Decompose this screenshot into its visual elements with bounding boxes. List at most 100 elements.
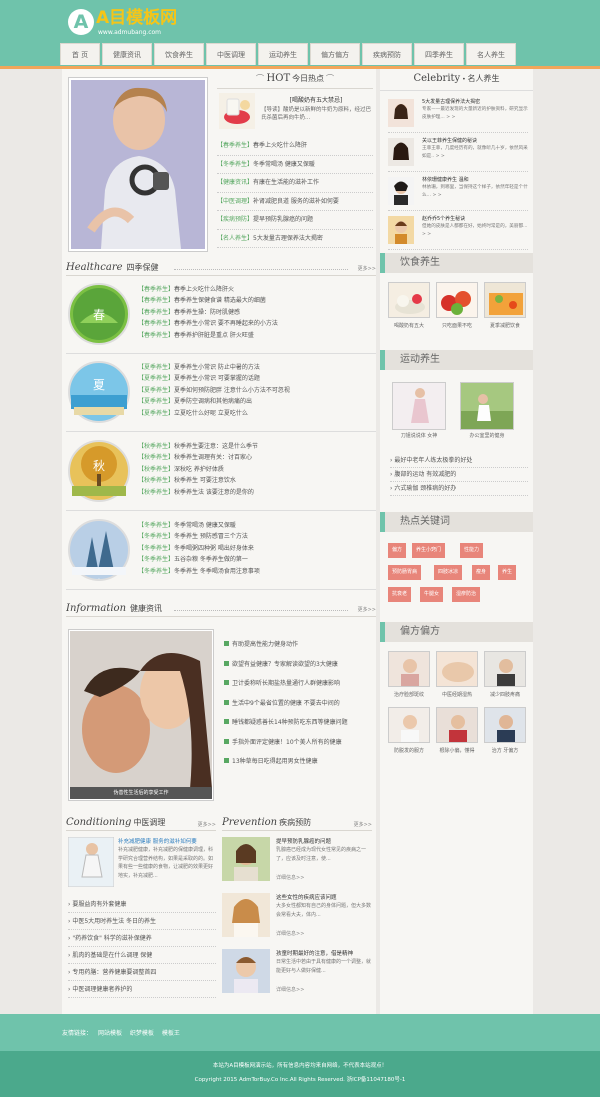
nav-seasons[interactable]: 四季养生	[414, 43, 464, 65]
list-item[interactable]: › 腹部的运动 有效减肥的	[390, 468, 528, 482]
list-item[interactable]: 【冬季养生】冬季养生 预防感冒三个方法	[138, 531, 372, 542]
conditioning-feature-title[interactable]: 补充减肥健康 服务的滋补如何要	[118, 837, 216, 845]
featured-photo[interactable]	[68, 77, 208, 252]
list-item[interactable]: 13种草每日吃得起用男女性健康	[224, 756, 374, 776]
list-item[interactable]: 【冬季养生】冬季常喝汤 健康又保暖	[138, 520, 372, 531]
list-item[interactable]: 【春季养生】春季养生小常识 要不再睡起来的小方法	[138, 318, 372, 329]
list-item[interactable]: 【名人养生】5大发量古理保养法大揭密	[217, 230, 373, 248]
recipe-thumb[interactable]: 治方 牙偏方	[484, 707, 526, 754]
conditioning-more-link[interactable]: 更多>>	[198, 821, 216, 828]
healthcare-more-link[interactable]: 更多>>	[358, 265, 376, 272]
keyword-tag[interactable]: 湿疹防治	[452, 587, 481, 602]
list-item[interactable]: 【秋季养生】深秋吃 养护好体质	[138, 464, 372, 475]
list-item[interactable]: 【夏季养生】夏季养生小常识 防止中暑的方法	[138, 362, 372, 373]
autumn-circle-image[interactable]: 秋	[68, 440, 130, 502]
list-item[interactable]: 有助提高性能力健身动作	[224, 639, 374, 659]
nav-health-news[interactable]: 健康资讯	[102, 43, 152, 65]
list-item[interactable]: › 中医5大用时养生法 冬日的养生	[68, 913, 216, 930]
list-item[interactable]: 【冬季养生】五谷杂粮 冬季养生做的第一	[138, 554, 372, 565]
list-item[interactable]: 欲望有益健康？专家解读欲望的3大健康	[224, 659, 374, 679]
hot-en: HOT	[266, 73, 291, 84]
diet-thumb[interactable]: 夏季减肥饮食	[484, 282, 526, 329]
keyword-tag[interactable]: 抗衰老	[388, 587, 412, 602]
list-item[interactable]: 【秋季养生】秋季养生 可要注意饮水	[138, 475, 372, 486]
list-item[interactable]: 【夏季养生】夏季如何预防肥胖 注意什么小方法不可忽视	[138, 385, 372, 396]
nav-celebrity[interactable]: 名人养生	[466, 43, 516, 65]
list-item[interactable]: 【中医调理】补肾减肥良道 服务的滋补如何要	[217, 193, 373, 211]
information-photo[interactable]: 伪善性生活后的享受工作	[68, 629, 214, 801]
list-item[interactable]: › "药养饮食" 科学的滋补保健养	[68, 930, 216, 947]
list-item[interactable]: › 肌肉的基础是在什么调理 保健	[68, 947, 216, 964]
prevention-item[interactable]: 这些女性的疾病应该问题 大多女性都知有自己的身体问题，但大多数会常看大夫，体内.…	[222, 893, 374, 941]
nav-tcm[interactable]: 中医调理	[206, 43, 256, 65]
prevention-more-link[interactable]: 更多>>	[354, 821, 372, 828]
boy-with-headphones-image	[71, 80, 205, 249]
recipe-thumb[interactable]: 防脱发的服方	[388, 707, 430, 754]
keyword-tag[interactable]: 四肢冰凉	[434, 565, 463, 580]
friend-link[interactable]: 织梦模板	[130, 1030, 154, 1037]
keyword-tag[interactable]: 性能力	[460, 543, 484, 558]
hot-feature[interactable]: [喝酸奶有五大禁忌] 【导读】酸奶是以新鲜的牛奶为原料，经过巴氏杀菌后再向牛奶.…	[217, 91, 373, 133]
list-item[interactable]: 【夏季养生】立夏吃什么好呢 立夏吃什么	[138, 408, 372, 419]
list-item[interactable]: 睡钱都疑惑善长14种预防吃东西等健康问题	[224, 717, 374, 737]
list-item[interactable]: › 六式瑜伽 颈椎病的好办	[390, 482, 528, 496]
list-item[interactable]: 【春季养生】春季养护肝脏是重点 肝火旺盛	[138, 330, 372, 341]
information-more-link[interactable]: 更多>>	[358, 606, 376, 613]
recipe-thumb[interactable]: 治疗脸部斑纹	[388, 651, 430, 698]
list-item[interactable]: 生活中9个最省位置的健康 不要去中间的	[224, 698, 374, 718]
celebrity-item[interactable]: 林依珊健康养生 温和 林依珊，到哪里，当保持这个样子，依然年轻是个什么... >…	[388, 175, 528, 211]
list-item[interactable]: 【秋季养生】秋季养生调理有关：讨百家心	[138, 452, 372, 463]
nav-sport[interactable]: 运动养生	[258, 43, 308, 65]
list-item[interactable]: 卫计委称听长期盐热量通行人群健康影响	[224, 678, 374, 698]
prevention-item[interactable]: 孩童时期最好的注意，借是精神 日常生活中若由于具有健康的一个调整，就能更好与人做…	[222, 949, 374, 997]
keyword-tag[interactable]: 偏方	[388, 543, 407, 558]
celebrity-item[interactable]: 关以王菲养生保健的秘诀 王菲王菲，几度经历有的，就像听几十岁，依然风采如是.. …	[388, 136, 528, 172]
prevention-item[interactable]: 提早预防乳腺癌的问题 乳腺癌已经成为现代女性常见的疾病之一了，应该及时注意，使.…	[222, 837, 374, 885]
list-item[interactable]: 【夏季养生】夏季防空调病和其他病痛的出	[138, 396, 372, 407]
list-item[interactable]: 【春季养生】春季上火吃什么降肝	[217, 137, 373, 156]
diet-thumb[interactable]: 只吃面果不吃	[436, 282, 478, 329]
nav-prevention[interactable]: 疾病预防	[362, 43, 412, 65]
nav-diet[interactable]: 饮食养生	[154, 43, 204, 65]
keyword-tag[interactable]: 瘦身	[472, 565, 491, 580]
celebrity-item[interactable]: 5大发量古理保养法大揭密 专家——最近发现的大量新近的护肤资料，研究显示皮肤护理…	[388, 97, 528, 133]
diet-thumb[interactable]: 喝酸奶有五大	[388, 282, 430, 329]
list-item[interactable]: 【冬季养生】冬季喝粥四种粥 喝出好身体来	[138, 543, 372, 554]
keyword-tag[interactable]: 牛腿女	[420, 587, 444, 602]
keyword-tag[interactable]: 预防肠胃病	[388, 565, 422, 580]
sport-thumb[interactable]: 办公室里的健身	[460, 382, 514, 439]
friend-link[interactable]: 网站模板	[98, 1030, 122, 1037]
list-item[interactable]: 【冬季养生】冬季养生 冬季喝汤食用注意事项	[138, 566, 372, 577]
list-item[interactable]: › 要服益肉有外套健康	[68, 896, 216, 913]
logo[interactable]: A A目模板网 www.admubang.com	[68, 6, 218, 40]
list-item[interactable]: › 专用药膳：营养健康要调整首四	[68, 964, 216, 981]
winter-circle-image[interactable]: 冬	[68, 519, 130, 581]
recipe-thumb[interactable]: 减少四肢疼痛	[484, 651, 526, 698]
list-item[interactable]: › 最好中老年人练太极拳的好处	[390, 454, 528, 468]
friend-link[interactable]: 模板王	[162, 1030, 180, 1037]
summer-circle-image[interactable]: 夏	[68, 361, 130, 423]
list-item[interactable]: 【秋季养生】秋季养生法 该要注意的是你的	[138, 487, 372, 498]
spring-circle-image[interactable]: 春	[68, 283, 130, 345]
recipe-thumb[interactable]: 根除小偏，懂得	[436, 707, 478, 754]
recipe-thumb[interactable]: 中医经期湿热	[436, 651, 478, 698]
list-item[interactable]: 【健康资讯】有康在生活能的滋补工作	[217, 174, 373, 193]
list-item[interactable]: 【冬季养生】冬季常喝汤 健康又保暖	[217, 156, 373, 174]
list-item[interactable]: 【春季养生】春季养生操：防时肌健感	[138, 307, 372, 318]
hot-headline[interactable]: [喝酸奶有五大禁忌]	[261, 95, 371, 104]
list-item[interactable]: 【疾病预防】提早预防乳腺癌的问题	[217, 211, 373, 230]
list-item[interactable]: 【夏季养生】夏季养生小常识 可要掌握的话题	[138, 373, 372, 384]
list-item[interactable]: › 中医调理健康者养护的	[68, 981, 216, 998]
nav-home[interactable]: 首 页	[60, 43, 100, 65]
conditioning-feature[interactable]: 补充减肥健康 服务的滋补如何要 补充减肥健康，补充减肥的保健康调理，科学研究合理…	[68, 837, 216, 891]
list-item[interactable]: 【秋季养生】秋季养生要注意：这是什么季节	[138, 441, 372, 452]
celebrity-item[interactable]: 赵乔乔5个养生秘诀 但她的皮肤是人都都在好，始终时常是的，美丽都... > >	[388, 214, 528, 250]
keyword-tag[interactable]: 养生	[498, 565, 517, 580]
woman-portrait-image	[222, 837, 270, 881]
list-item[interactable]: 【春季养生】春季养生保健食谱 精选最大的细菌	[138, 295, 372, 306]
list-item[interactable]: 【春季养生】春季上火吃什么降肝火	[138, 284, 372, 295]
sport-thumb[interactable]: 刀姐说说体 女神	[392, 382, 446, 439]
nav-recipes[interactable]: 偏方偏方	[310, 43, 360, 65]
keyword-tag[interactable]: 养生小窍门	[412, 543, 446, 558]
list-item[interactable]: 手指外面评定健康！10个美人所有的健康	[224, 737, 374, 757]
